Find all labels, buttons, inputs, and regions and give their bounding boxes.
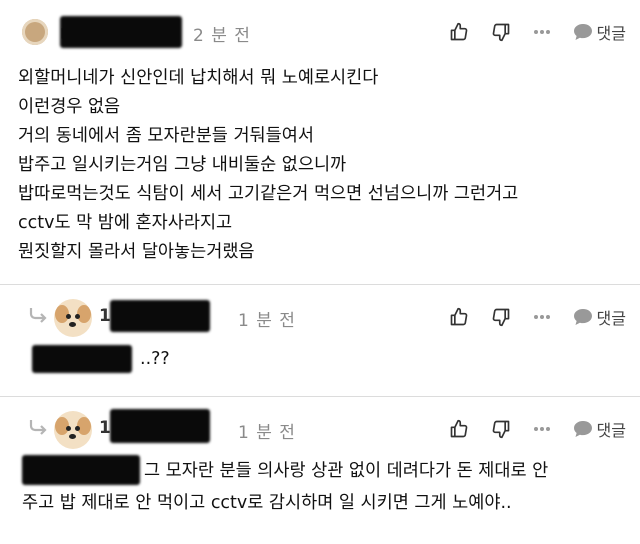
comment-actions: 댓글 <box>449 20 626 44</box>
reply-label: 댓글 <box>596 421 626 440</box>
comment-line: 주고 밥 제대로 안 먹이고 cctv로 감시하며 일 시키면 그게 노예야.. <box>22 493 512 513</box>
comment-line: 뭔짓할지 몰라서 달아놓는거랬음 <box>18 242 255 262</box>
comment: 바 2 분 전 댓글 외할머니네가 신안인데 납치해서 뭐 노예로시킨다 이런경… <box>0 0 640 284</box>
thumbs-down-icon[interactable] <box>491 419 511 439</box>
reply-arrow-icon <box>28 305 48 329</box>
comment-body: 그 모자란 분들 의사랑 상관 없이 데려다가 돈 제대로 안 <box>144 455 548 487</box>
reply-comment: 1 1 분 전 댓글 그 모자란 분들 의사랑 상관 없이 데려다가 돈 제대로… <box>0 396 640 544</box>
thumbs-down-icon[interactable] <box>491 22 511 42</box>
redacted-author-name <box>110 300 210 332</box>
redacted-author-name <box>60 16 182 48</box>
timestamp: 1 분 전 <box>238 423 296 443</box>
timestamp: 1 분 전 <box>238 311 296 331</box>
reply-button[interactable]: 댓글 <box>573 417 626 441</box>
reply-button[interactable]: 댓글 <box>573 20 626 44</box>
reply-button[interactable]: 댓글 <box>573 305 626 329</box>
thumbs-down-icon[interactable] <box>491 307 511 327</box>
chat-bubble-icon <box>573 420 593 438</box>
comment-line: 외할머니네가 신안인데 납치해서 뭐 노예로시킨다 <box>18 68 379 88</box>
reply-label: 댓글 <box>596 24 626 43</box>
timestamp: 2 분 전 <box>193 26 251 46</box>
more-dots-icon[interactable] <box>533 29 551 35</box>
comment-line: 밥따로먹는것도 식탐이 세서 고기같은거 먹으면 선넘으니까 그런거고 <box>18 184 519 204</box>
chat-bubble-icon <box>573 23 593 41</box>
avatar[interactable] <box>54 299 92 337</box>
comment-actions: 댓글 <box>449 417 626 441</box>
comment-body: ..?? <box>140 345 170 374</box>
comment-header: 1 1 분 전 댓글 <box>0 297 640 337</box>
avatar[interactable] <box>22 19 48 45</box>
comment-line: 이런경우 없음 <box>18 97 121 117</box>
avatar[interactable] <box>54 411 92 449</box>
comment-header: 바 2 분 전 댓글 <box>0 12 640 52</box>
comment-actions: 댓글 <box>449 305 626 329</box>
thumbs-up-icon[interactable] <box>449 419 469 439</box>
thumbs-up-icon[interactable] <box>449 307 469 327</box>
reply-arrow-icon <box>28 417 48 441</box>
comment-line: 밥주고 일시키는거임 그냥 내비둘순 없으니까 <box>18 155 347 175</box>
comment-line: 그 모자란 분들 의사랑 상관 없이 데려다가 돈 제대로 안 <box>144 461 549 481</box>
comment-line: ..?? <box>140 349 170 369</box>
more-dots-icon[interactable] <box>533 426 551 432</box>
redacted-mention <box>32 345 132 373</box>
comment-body: 주고 밥 제대로 안 먹이고 cctv로 감시하며 일 시키면 그게 노예야.. <box>22 487 512 519</box>
more-dots-icon[interactable] <box>533 314 551 320</box>
redacted-author-name <box>110 409 210 443</box>
comment-header: 1 1 분 전 댓글 <box>0 407 640 449</box>
thumbs-up-icon[interactable] <box>449 22 469 42</box>
comment-line: 거의 동네에서 좀 모자란분들 거둬들여서 <box>18 126 314 146</box>
comment-line: cctv도 막 밤에 혼자사라지고 <box>18 213 233 233</box>
reply-comment: 1 1 분 전 댓글 ..?? <box>0 284 640 396</box>
redacted-mention <box>22 455 140 485</box>
reply-label: 댓글 <box>596 309 626 328</box>
chat-bubble-icon <box>573 308 593 326</box>
comment-body: 외할머니네가 신안인데 납치해서 뭐 노예로시킨다 이런경우 없음 거의 동네에… <box>18 64 518 267</box>
